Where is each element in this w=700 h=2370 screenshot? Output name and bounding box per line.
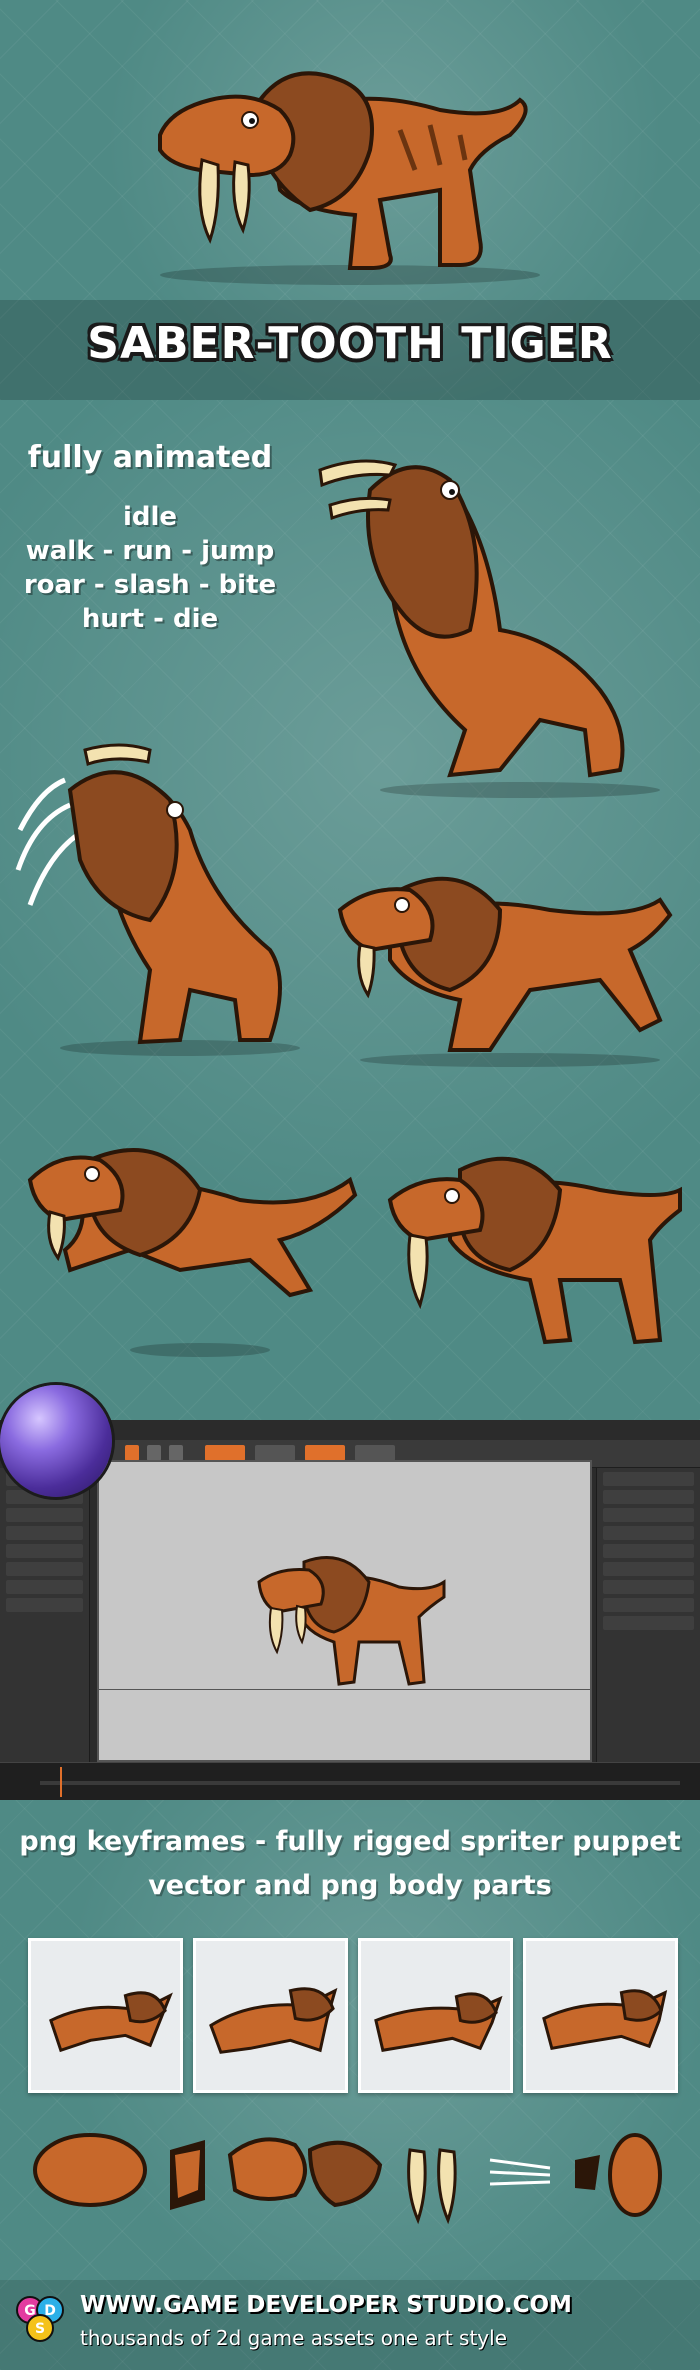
walk-pose-illustration — [387, 1156, 682, 1345]
keyframe-thumbnail — [523, 1938, 678, 2093]
animation-item: idle — [122, 502, 178, 532]
keyframe-thumbnail — [28, 1938, 183, 2093]
toolbar-button[interactable] — [305, 1445, 345, 1461]
body-parts-illustration — [33, 2133, 662, 2225]
animations-heading: fully animated — [27, 440, 273, 475]
editor-left-panel — [0, 1468, 90, 1768]
animation-item: walk - run - jump — [25, 536, 275, 566]
logo-letter-g: G — [24, 2303, 36, 2319]
editor-right-panel — [596, 1468, 700, 1768]
animation-timeline[interactable] — [0, 1762, 700, 1800]
logo-letter-s: S — [35, 2321, 45, 2337]
features-text: png keyframes - fully rigged spriter pup… — [0, 1820, 700, 1908]
editor-canvas[interactable] — [97, 1460, 592, 1762]
animations-section: fully animated idle walk - run - jump ro… — [0, 400, 700, 1420]
jump-pose-illustration — [27, 1148, 358, 1357]
hero-section: SABER-TOOTH TIGER — [0, 0, 700, 400]
run-pose-illustration — [337, 876, 673, 1067]
tagline: thousands of 2d game assets one art styl… — [80, 2326, 507, 2350]
keyframe-tiger-icon — [209, 1987, 338, 2054]
toolbar-button[interactable] — [355, 1445, 395, 1461]
keyframe-thumbnail — [193, 1938, 348, 2093]
gds-logo-icon[interactable]: G D S — [12, 2290, 68, 2346]
animations-list: idle walk - run - jump roar - slash - bi… — [20, 500, 280, 636]
puppet-tiger-illustration — [257, 1556, 446, 1686]
keyframe-tiger-icon — [49, 1991, 173, 2053]
animation-item: roar - slash - bite — [23, 570, 277, 600]
roar-pose-illustration — [318, 459, 660, 798]
logo-letter-d: D — [44, 2303, 56, 2319]
animation-item: hurt - die — [81, 604, 219, 634]
keyframe-thumbnail — [358, 1938, 513, 2093]
toolbar-button[interactable] — [147, 1445, 161, 1461]
hero-tiger-illustration — [158, 71, 540, 285]
timeline-track[interactable] — [40, 1781, 680, 1785]
keyframe-tiger-icon — [542, 1989, 668, 2050]
toolbar-button[interactable] — [255, 1445, 295, 1461]
feature-line: png keyframes - fully rigged spriter pup… — [19, 1826, 681, 1857]
feature-line: vector and png body parts — [148, 1870, 552, 1901]
toolbar-button[interactable] — [205, 1445, 245, 1461]
toolbar-button[interactable] — [125, 1445, 139, 1461]
keyframe-tiger-icon — [374, 1992, 503, 2052]
spriter-editor-screenshot — [0, 1420, 700, 1800]
website-link[interactable]: WWW.GAME DEVELOPER STUDIO.COM — [80, 2292, 572, 2318]
spriter-logo-icon — [0, 1385, 112, 1497]
page-title: SABER-TOOTH TIGER — [87, 318, 613, 369]
slash-pose-illustration — [15, 743, 300, 1056]
toolbar-button[interactable] — [169, 1445, 183, 1461]
timeline-playhead[interactable] — [60, 1767, 62, 1797]
